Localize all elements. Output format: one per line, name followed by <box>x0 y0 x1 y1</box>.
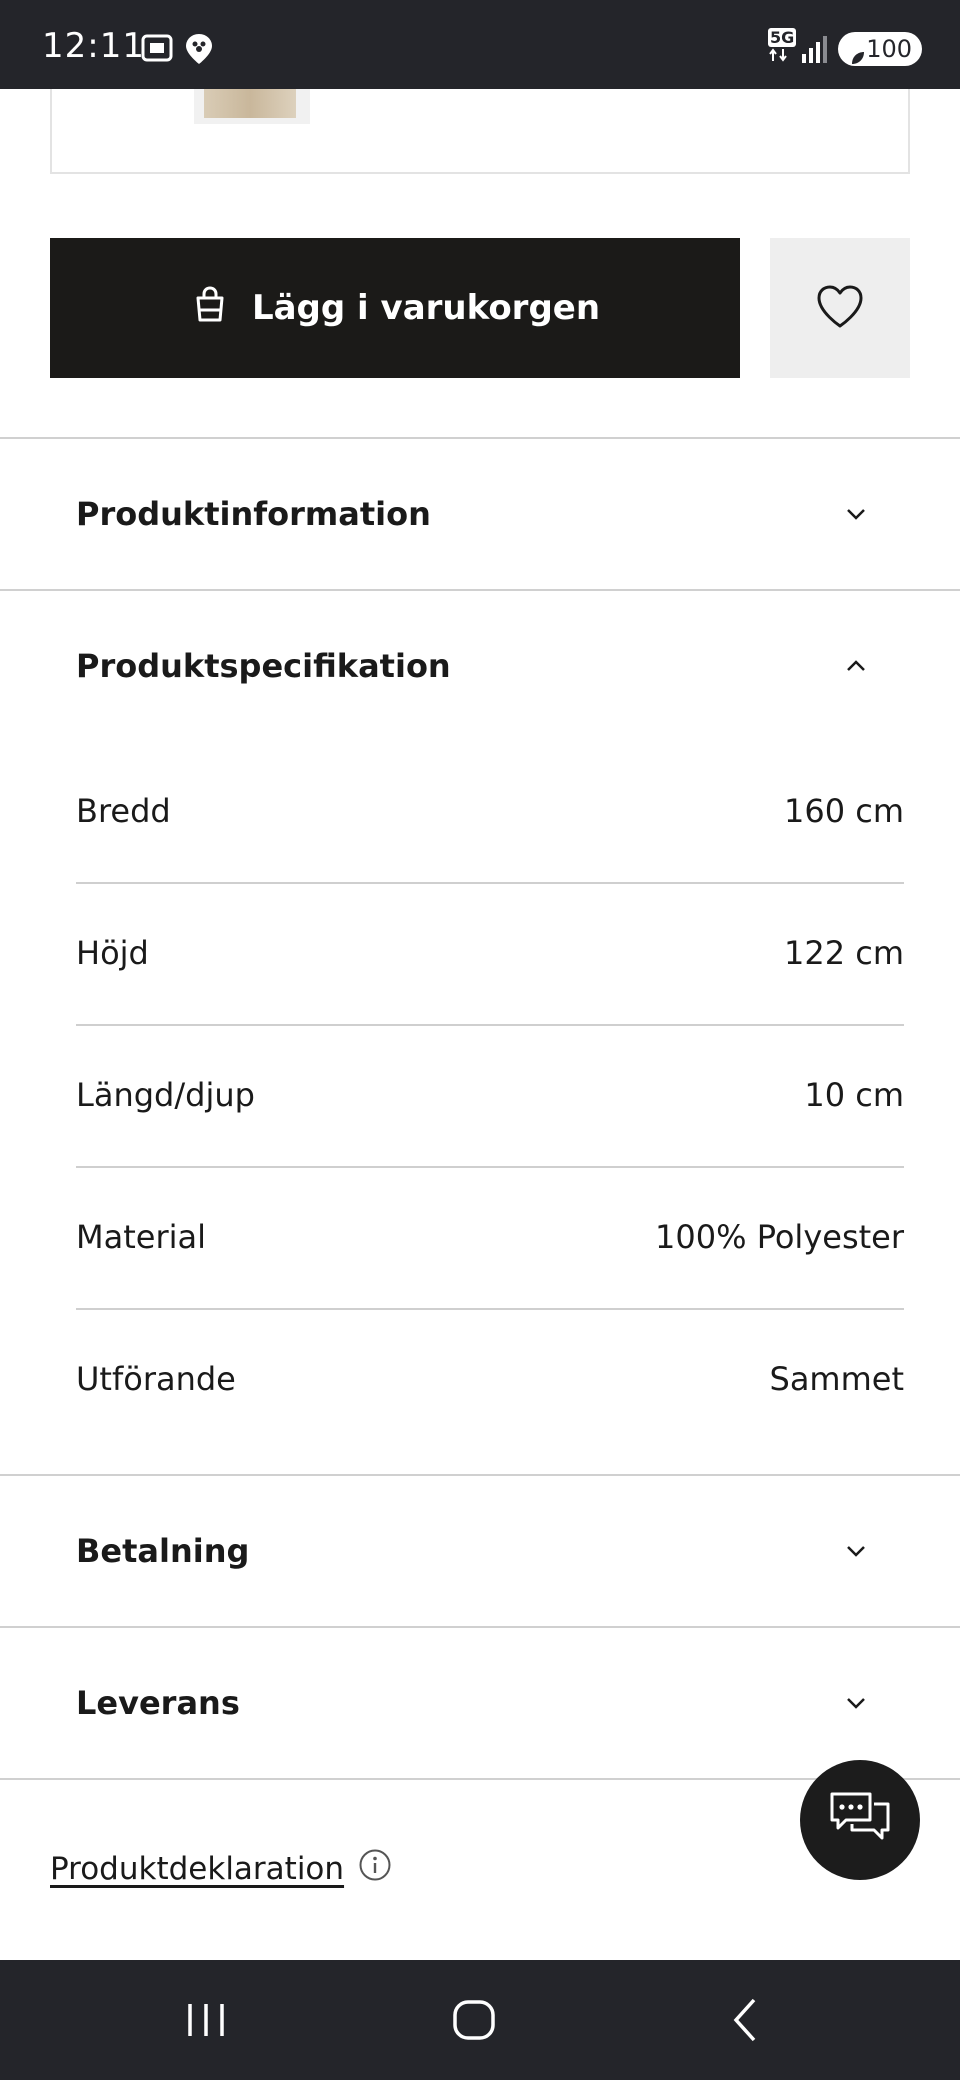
add-to-cart-label: Lägg i varukorgen <box>251 288 601 328</box>
wishlist-button[interactable] <box>770 238 910 378</box>
accordion-betalning[interactable]: Betalning <box>0 1476 960 1626</box>
signal-icon <box>800 34 830 68</box>
add-to-cart-button[interactable]: Lägg i varukorgen <box>50 238 740 378</box>
accordion-produktinformation[interactable]: Produktinformation <box>0 439 960 589</box>
status-bar: 12:11 5G 100 <box>0 0 960 89</box>
chevron-up-icon <box>844 654 868 682</box>
accordion-title: Produktspecifikation <box>76 647 451 685</box>
spec-value: 122 cm <box>783 934 904 972</box>
accordion-title: Leverans <box>76 1684 240 1722</box>
spec-row: Material 100% Polyester <box>76 1166 904 1308</box>
home-icon[interactable] <box>450 1992 498 2052</box>
accordion-title: Produktinformation <box>76 495 431 533</box>
spec-label: Material <box>76 1218 206 1256</box>
spec-value: 160 cm <box>783 792 904 830</box>
spec-row: Bredd 160 cm <box>76 740 904 882</box>
spec-value: Sammet <box>769 1360 905 1398</box>
product-declaration: Produktdeklaration <box>50 1848 392 1890</box>
spec-label: Höjd <box>76 934 149 972</box>
chevron-down-icon <box>844 1539 868 1567</box>
chat-icon <box>828 1790 892 1851</box>
status-time: 12:11 <box>42 26 145 66</box>
info-icon[interactable] <box>358 1848 392 1890</box>
recent-apps-icon[interactable] <box>184 1992 228 2052</box>
spec-label: Längd/djup <box>76 1076 255 1114</box>
shopping-bag-icon <box>190 284 230 333</box>
spec-row: Höjd 122 cm <box>76 882 904 1024</box>
heart-icon <box>815 284 865 333</box>
chevron-down-icon <box>844 502 868 530</box>
accordion-leverans[interactable]: Leverans <box>0 1628 960 1778</box>
location-paw-icon <box>184 32 214 70</box>
system-nav-bar <box>0 1960 960 2080</box>
accordion-produktspecifikation[interactable]: Produktspecifikation <box>0 591 960 741</box>
battery-indicator: 100 <box>838 32 922 66</box>
spec-row: Längd/djup 10 cm <box>76 1024 904 1166</box>
spec-value: 100% Polyester <box>655 1218 904 1256</box>
product-variant-card[interactable] <box>50 89 910 174</box>
spec-label: Bredd <box>76 792 171 830</box>
screenshot-icon <box>140 32 174 68</box>
chevron-down-icon <box>844 1691 868 1719</box>
variant-thumbnail-image <box>204 89 296 118</box>
variant-thumbnail[interactable] <box>194 89 310 124</box>
accordion-title: Betalning <box>76 1532 250 1570</box>
network-5g-icon: 5G <box>768 28 797 62</box>
battery-saver-icon <box>850 41 866 75</box>
spec-row: Utförande Sammet <box>76 1308 904 1450</box>
battery-level: 100 <box>866 35 912 63</box>
spec-label: Utförande <box>76 1360 236 1398</box>
back-icon[interactable] <box>728 1992 764 2052</box>
spec-value: 10 cm <box>804 1076 904 1114</box>
chat-button[interactable] <box>800 1760 920 1880</box>
product-declaration-link[interactable]: Produktdeklaration <box>50 1851 344 1887</box>
